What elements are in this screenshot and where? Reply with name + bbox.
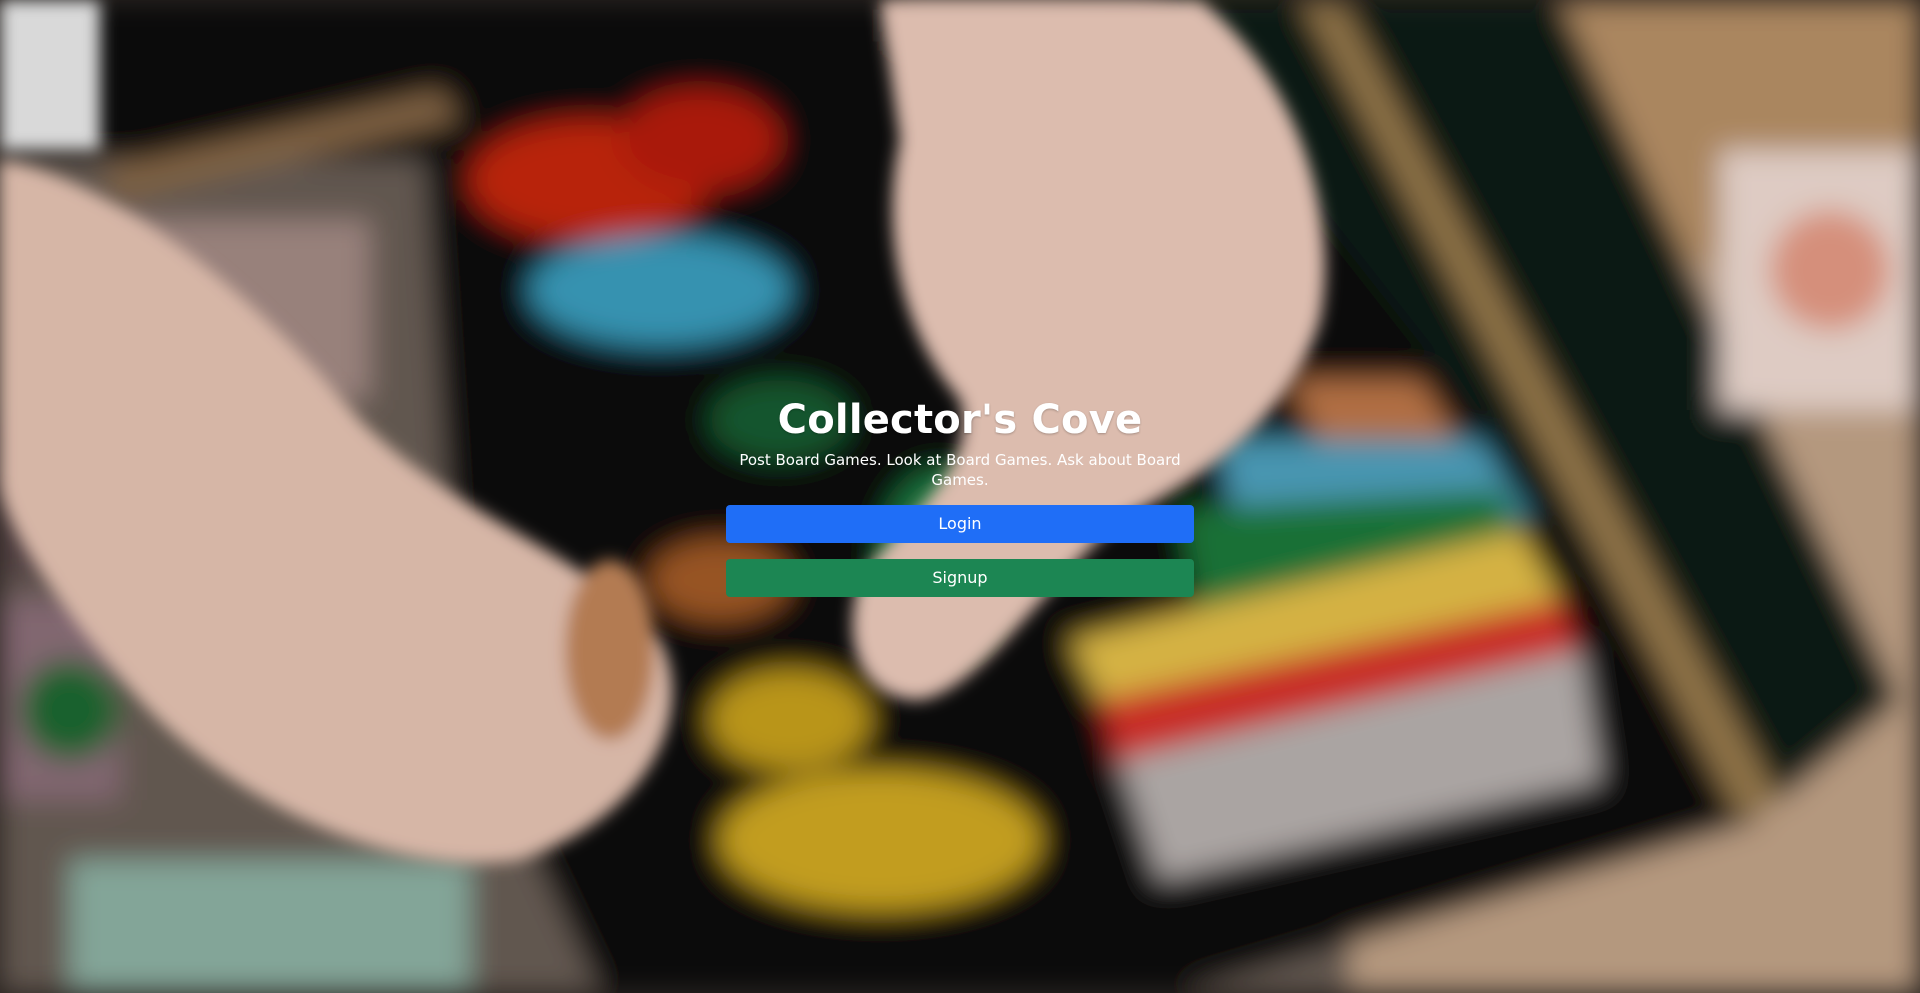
signup-button[interactable]: Signup (726, 559, 1194, 597)
tagline: Post Board Games. Look at Board Games. A… (739, 451, 1181, 489)
hero-section: Collector's Cove Post Board Games. Look … (726, 396, 1194, 597)
login-button[interactable]: Login (726, 505, 1194, 543)
page-title: Collector's Cove (777, 397, 1143, 443)
